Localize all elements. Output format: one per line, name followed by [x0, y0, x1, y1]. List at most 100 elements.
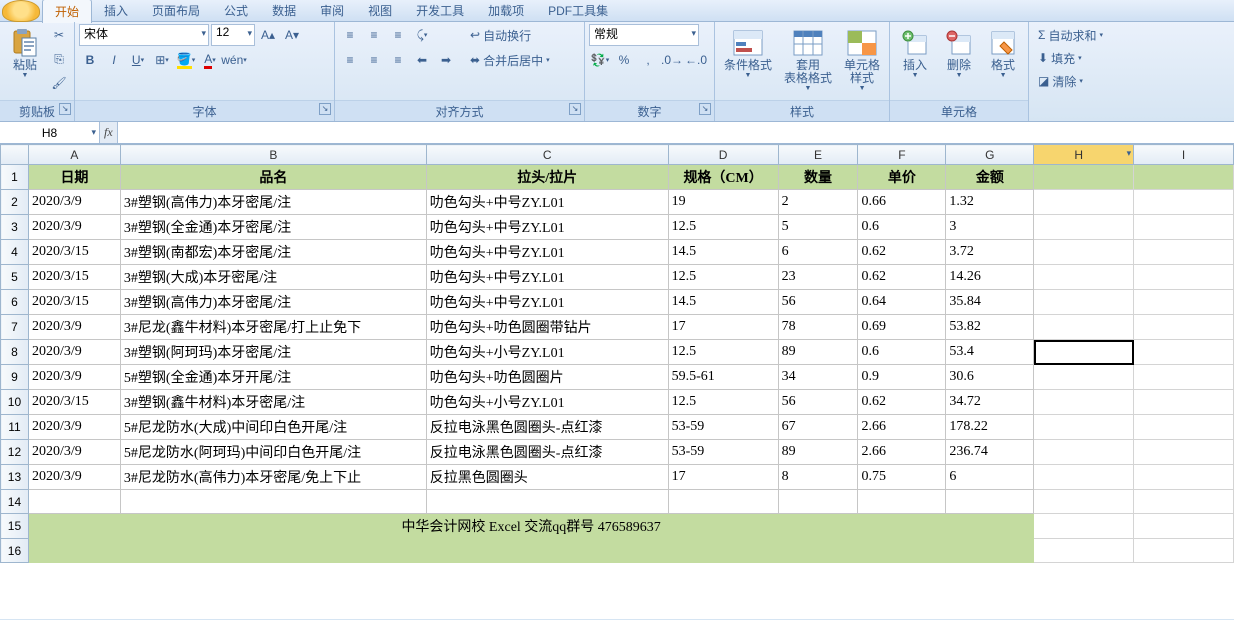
row-header-4[interactable]: 4	[1, 240, 29, 265]
data-cell[interactable]: 0.75	[858, 465, 946, 490]
data-cell[interactable]: 0.6	[858, 340, 946, 365]
data-cell[interactable]: 35.84	[946, 290, 1034, 315]
data-cell[interactable]: 0.62	[858, 240, 946, 265]
tab-PDF工具集[interactable]: PDF工具集	[536, 0, 620, 22]
cell[interactable]	[1034, 290, 1134, 315]
cell[interactable]	[858, 539, 946, 563]
table-format-button[interactable]: 套用 表格格式▼	[779, 24, 837, 95]
header-cell[interactable]: 规格（CM）	[668, 165, 778, 190]
align-middle-button[interactable]: ≡	[363, 24, 385, 46]
col-header-E[interactable]: E	[778, 145, 858, 165]
cell[interactable]	[1134, 514, 1234, 539]
data-cell[interactable]: 0.69	[858, 315, 946, 340]
data-cell[interactable]: 23	[778, 265, 858, 290]
cell[interactable]	[946, 539, 1034, 563]
data-cell[interactable]: 2020/3/9	[28, 190, 120, 215]
data-cell[interactable]: 8	[778, 465, 858, 490]
row-header-10[interactable]: 10	[1, 390, 29, 415]
header-cell[interactable]: 拉头/拉片	[426, 165, 668, 190]
italic-button[interactable]: I	[103, 49, 125, 71]
dialog-launcher[interactable]: ↘	[319, 103, 331, 115]
cell[interactable]	[28, 490, 120, 514]
header-cell[interactable]: 金额	[946, 165, 1034, 190]
data-cell[interactable]: 2020/3/9	[28, 465, 120, 490]
data-cell[interactable]: 2020/3/15	[28, 240, 120, 265]
header-cell[interactable]: 日期	[28, 165, 120, 190]
cell[interactable]	[1034, 340, 1134, 365]
number-format-select[interactable]: 常规	[589, 24, 699, 46]
fx-icon[interactable]: fx	[104, 125, 113, 140]
font-size-select[interactable]: 12	[211, 24, 255, 46]
row-header-1[interactable]: 1	[1, 165, 29, 190]
data-cell[interactable]: 67	[778, 415, 858, 440]
data-cell[interactable]: 0.6	[858, 215, 946, 240]
data-cell[interactable]: 2020/3/9	[28, 315, 120, 340]
cell[interactable]	[1134, 315, 1234, 340]
data-cell[interactable]: 2.66	[858, 415, 946, 440]
dialog-launcher[interactable]: ↘	[699, 103, 711, 115]
cell[interactable]	[1034, 315, 1134, 340]
row-header-8[interactable]: 8	[1, 340, 29, 365]
cell[interactable]	[28, 539, 120, 563]
data-cell[interactable]: 叻色勾头+小号ZY.L01	[426, 340, 668, 365]
cell[interactable]	[426, 490, 668, 514]
cell[interactable]	[1034, 539, 1134, 563]
data-cell[interactable]: 17	[668, 315, 778, 340]
cell[interactable]	[1034, 415, 1134, 440]
cell[interactable]	[120, 539, 426, 563]
header-cell[interactable]: 品名	[120, 165, 426, 190]
merge-center-button[interactable]: ⬌合并后居中▾	[465, 49, 555, 71]
row-header-15[interactable]: 15	[1, 514, 29, 539]
data-cell[interactable]: 89	[778, 340, 858, 365]
data-cell[interactable]: 2020/3/9	[28, 340, 120, 365]
dialog-launcher[interactable]: ↘	[569, 103, 581, 115]
data-cell[interactable]: 5#尼龙防水(阿珂玛)中间印白色开尾/注	[120, 440, 426, 465]
data-cell[interactable]: 0.66	[858, 190, 946, 215]
phonetic-button[interactable]: wén▾	[223, 49, 245, 71]
data-cell[interactable]: 3#塑钢(南都宏)本牙密尾/注	[120, 240, 426, 265]
data-cell[interactable]: 5#尼龙防水(大成)中间印白色开尾/注	[120, 415, 426, 440]
data-cell[interactable]: 53.4	[946, 340, 1034, 365]
tab-加载项[interactable]: 加载项	[476, 0, 536, 22]
decrease-decimal-button[interactable]: ←.0	[685, 49, 707, 71]
align-center-button[interactable]: ≡	[363, 49, 385, 71]
header-cell[interactable]: 单价	[858, 165, 946, 190]
data-cell[interactable]: 34.72	[946, 390, 1034, 415]
data-cell[interactable]: 0.62	[858, 390, 946, 415]
data-cell[interactable]: 叻色勾头+中号ZY.L01	[426, 290, 668, 315]
cell[interactable]	[1034, 190, 1134, 215]
data-cell[interactable]: 12.5	[668, 390, 778, 415]
data-cell[interactable]: 12.5	[668, 215, 778, 240]
tab-视图[interactable]: 视图	[356, 0, 404, 22]
data-cell[interactable]: 2020/3/9	[28, 415, 120, 440]
cell[interactable]	[1134, 440, 1234, 465]
data-cell[interactable]: 14.5	[668, 240, 778, 265]
col-header-D[interactable]: D	[668, 145, 778, 165]
data-cell[interactable]: 17	[668, 465, 778, 490]
align-right-button[interactable]: ≡	[387, 49, 409, 71]
font-name-select[interactable]: 宋体	[79, 24, 209, 46]
dialog-launcher[interactable]: ↘	[59, 103, 71, 115]
cell[interactable]	[1034, 465, 1134, 490]
data-cell[interactable]: 5	[778, 215, 858, 240]
cell[interactable]	[668, 539, 778, 563]
cell[interactable]	[858, 490, 946, 514]
row-header-5[interactable]: 5	[1, 265, 29, 290]
cell[interactable]	[120, 490, 426, 514]
data-cell[interactable]: 叻色勾头+中号ZY.L01	[426, 240, 668, 265]
data-cell[interactable]: 反拉黑色圆圈头	[426, 465, 668, 490]
data-cell[interactable]: 2020/3/15	[28, 390, 120, 415]
data-cell[interactable]: 0.62	[858, 265, 946, 290]
row-header-14[interactable]: 14	[1, 490, 29, 514]
cell[interactable]	[1134, 390, 1234, 415]
cell[interactable]	[1034, 240, 1134, 265]
cell[interactable]	[1034, 390, 1134, 415]
cell[interactable]	[1134, 165, 1234, 190]
cell[interactable]	[1034, 265, 1134, 290]
row-header-16[interactable]: 16	[1, 539, 29, 563]
tab-数据[interactable]: 数据	[260, 0, 308, 22]
col-header-G[interactable]: G	[946, 145, 1034, 165]
paste-button[interactable]: 粘贴 ▼	[4, 24, 46, 82]
cell[interactable]	[1134, 340, 1234, 365]
data-cell[interactable]: 反拉电泳黑色圆圈头-点红漆	[426, 415, 668, 440]
